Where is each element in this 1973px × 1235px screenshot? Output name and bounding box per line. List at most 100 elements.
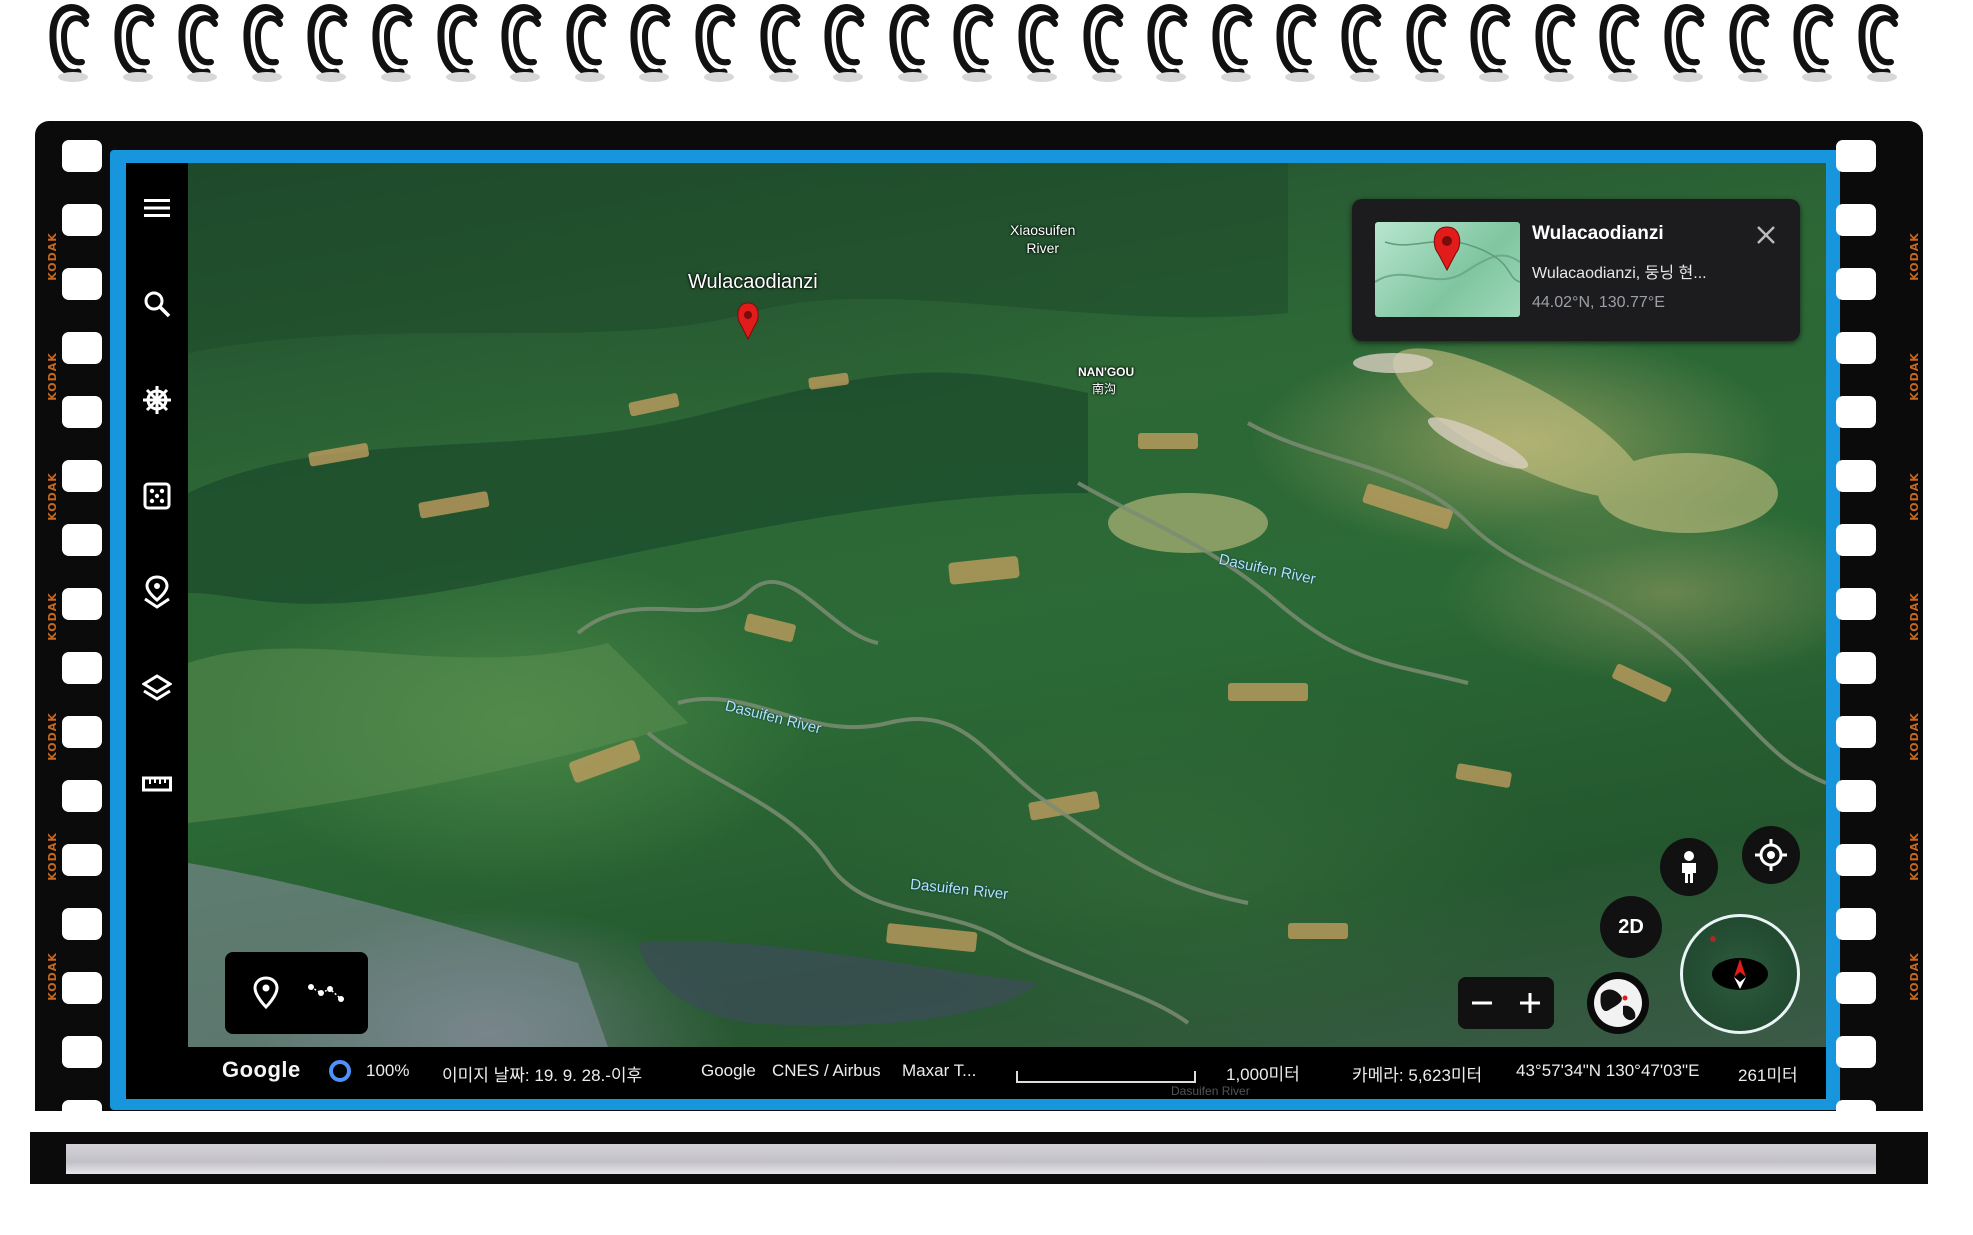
add-placemark-button[interactable] (245, 972, 287, 1014)
voyager-button[interactable] (136, 379, 178, 421)
film-edge-text: KODAK (45, 952, 59, 1001)
film-sprocket-hole (62, 332, 102, 364)
film-sprocket-hole (1836, 780, 1876, 812)
ship-wheel-icon (143, 386, 171, 414)
hamburger-menu-icon (144, 199, 170, 217)
street-view-button[interactable] (1660, 838, 1718, 896)
search-icon (144, 291, 171, 318)
loading-ring-icon (329, 1060, 351, 1082)
film-sprocket-hole (1836, 204, 1876, 236)
film-sprocket-hole (1836, 140, 1876, 172)
film-sprocket-hole (1836, 268, 1876, 300)
film-sprocket-hole (62, 1036, 102, 1068)
spiral-coil (242, 2, 286, 82)
spiral-coil (888, 2, 932, 82)
ruler-icon (142, 776, 172, 792)
globe-view-button[interactable] (1587, 972, 1649, 1034)
spiral-coil (1211, 2, 1255, 82)
film-sprocket-hole (1836, 844, 1876, 876)
zoom-controls (1458, 977, 1554, 1029)
place-label-nangou: NAN'GOU (1078, 365, 1135, 379)
plus-icon (1520, 993, 1540, 1013)
elevation: 261미터 (1738, 1066, 1798, 1085)
globe-icon (1594, 979, 1642, 1027)
attribution-google[interactable]: Google (701, 1061, 756, 1081)
map-style-button[interactable] (136, 667, 178, 709)
film-sprocket-hole (62, 396, 102, 428)
film-edge-text: KODAK (1907, 232, 1921, 281)
film-edge-text: KODAK (1907, 952, 1921, 1001)
film-sprocket-hole (1836, 1036, 1876, 1068)
draw-path-button[interactable] (305, 972, 347, 1014)
spiral-coil (1275, 2, 1319, 82)
film-edge-text: KODAK (45, 832, 59, 881)
feeling-lucky-button[interactable] (136, 475, 178, 517)
projects-button[interactable] (136, 571, 178, 613)
placemark-pin (737, 302, 759, 341)
zoom-out-button[interactable] (1462, 983, 1502, 1023)
compass-icon (1710, 936, 1768, 990)
map-pin-icon (253, 976, 279, 1010)
spiral-coil (565, 2, 609, 82)
spiral-coil (306, 2, 350, 82)
film-sprocket-hole (1836, 716, 1876, 748)
film-sprocket-hole (62, 972, 102, 1004)
spiral-coil (1340, 2, 1384, 82)
zoom-in-button[interactable] (1510, 983, 1550, 1023)
film-sprocket-hole (62, 908, 102, 940)
film-edge-text: KODAK (1907, 712, 1921, 761)
attribution-cnes-airbus[interactable]: CNES / Airbus (772, 1061, 881, 1081)
film-edge-text: KODAK (45, 592, 59, 641)
cursor-coordinates: 43°57'34"N 130°47'03"E (1516, 1061, 1700, 1080)
layers-icon (142, 674, 172, 701)
spiral-coil (823, 2, 867, 82)
place-label-nangou-zh: 南沟 (1092, 382, 1117, 396)
film-sprocket-hole (1836, 972, 1876, 1004)
film-sprocket-hole (62, 204, 102, 236)
film-sprocket-hole (1836, 1100, 1876, 1132)
film-sprocket-hole (62, 588, 102, 620)
spiral-coil (1534, 2, 1578, 82)
pegman-icon (1682, 851, 1696, 883)
measure-button[interactable] (136, 763, 178, 805)
film-sprocket-hole (62, 460, 102, 492)
film-edge-text: KODAK (45, 712, 59, 761)
film-sprocket-hole (62, 652, 102, 684)
spiral-binding (48, 0, 1928, 90)
film-edge-text: KODAK (45, 472, 59, 521)
placemark-label[interactable]: Wulacaodianzi (688, 271, 818, 294)
spiral-coil (694, 2, 738, 82)
search-button[interactable] (136, 283, 178, 325)
path-icon (308, 984, 344, 1002)
close-card-button[interactable] (1750, 219, 1782, 251)
place-info-card[interactable]: Wulacaodianzi Wulacaodianzi, 둥닝 현... 44.… (1352, 199, 1800, 341)
film-edge-text: KODAK (1907, 352, 1921, 401)
spiral-coil (371, 2, 415, 82)
spiral-coil (1469, 2, 1513, 82)
film-sprocket-hole (1836, 652, 1876, 684)
attribution-maxar[interactable]: Maxar T... (902, 1061, 976, 1081)
film-edge-text: KODAK (1907, 832, 1921, 881)
my-location-button[interactable] (1742, 826, 1800, 884)
left-sidebar (126, 163, 188, 1099)
film-edge-text: KODAK (45, 352, 59, 401)
film-sprocket-hole (62, 716, 102, 748)
menu-button[interactable] (136, 187, 178, 229)
film-sprocket-hole (1836, 460, 1876, 492)
spiral-coil (1728, 2, 1772, 82)
film-sprocket-hole (1836, 524, 1876, 556)
place-coordinates: 44.02°N, 130.77°E (1532, 294, 1665, 311)
google-logo: Google (222, 1057, 301, 1082)
spiral-coil (1663, 2, 1707, 82)
load-percent: 100% (366, 1061, 410, 1080)
spiral-coil (1598, 2, 1642, 82)
film-strip-bottom (30, 1132, 1928, 1184)
toggle-2d-button[interactable]: 2D (1600, 896, 1662, 958)
film-edge-text: KODAK (1907, 472, 1921, 521)
spiral-coil (1146, 2, 1190, 82)
place-label-xiaosuifen: Xiaosuifen River (1010, 222, 1076, 256)
compass-minimap[interactable] (1680, 914, 1800, 1034)
spiral-coil (629, 2, 673, 82)
spiral-coil (1082, 2, 1126, 82)
scale-bar (1016, 1071, 1196, 1083)
